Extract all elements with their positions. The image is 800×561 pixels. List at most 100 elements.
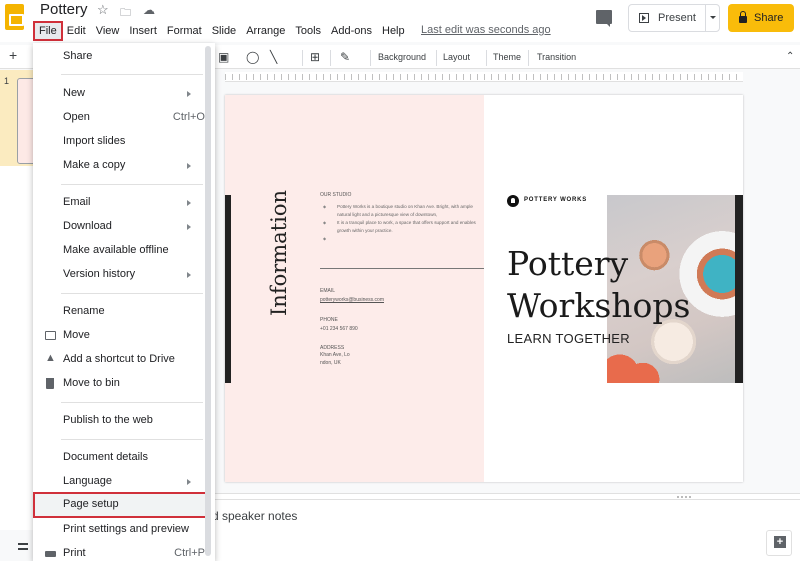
submenu-arrow-icon — [187, 200, 191, 206]
move-folder-icon — [45, 331, 56, 340]
collapse-toolbar-icon[interactable]: ⌃ — [786, 50, 794, 64]
studio-bullet: Pottery Works is a boutique studio on Kh… — [323, 203, 483, 219]
menu-scrollbar[interactable] — [205, 46, 211, 556]
background-button[interactable]: Background — [378, 52, 426, 62]
address-line-2: ndon, UK — [320, 360, 341, 366]
brand-name: POTTERY WORKS — [524, 197, 588, 203]
menu-item-download[interactable]: Download — [33, 216, 205, 238]
menu-item-label: Move to bin — [63, 377, 120, 389]
menu-item-label: Page setup — [63, 498, 119, 510]
slide-title-line-2: Workshops — [507, 286, 691, 325]
notes-resize-handle[interactable] — [207, 493, 800, 500]
submenu-arrow-icon — [187, 224, 191, 230]
menu-separator — [61, 293, 203, 294]
slide-number: 1 — [4, 76, 10, 86]
menu-item-rename[interactable]: Rename — [33, 301, 205, 323]
present-dropdown-button[interactable] — [705, 4, 720, 32]
document-title[interactable]: Pottery — [40, 1, 88, 18]
slide-title-line-1: Pottery — [507, 244, 629, 283]
menu-item-label: Email — [63, 196, 91, 208]
menu-view[interactable]: View — [91, 22, 125, 40]
menu-item-label: New — [63, 87, 86, 99]
menu-item-share[interactable]: Share — [33, 46, 205, 68]
our-studio-heading: OUR STUDIO — [320, 192, 352, 198]
menu-item-page-setup[interactable]: Page setup — [33, 492, 207, 518]
menu-insert[interactable]: Insert — [124, 22, 162, 40]
information-title-text: Information — [267, 189, 291, 316]
menu-item-make-available-offline[interactable]: Make available offline — [33, 240, 205, 262]
comments-icon[interactable] — [596, 10, 612, 27]
drive-shortcut-icon: ▲ — [45, 352, 56, 364]
menu-tools[interactable]: Tools — [290, 22, 326, 40]
toolbar-divider — [486, 50, 487, 66]
menu-item-move[interactable]: Move — [33, 325, 205, 347]
add-comment-button[interactable] — [766, 530, 792, 556]
theme-button[interactable]: Theme — [493, 52, 521, 62]
image-icon[interactable]: ▣ — [218, 50, 229, 64]
menu-item-add-shortcut-to-drive[interactable]: ▲ Add a shortcut to Drive — [33, 349, 205, 371]
menu-item-label: Print — [63, 547, 86, 559]
star-icon[interactable]: ☆ — [97, 2, 109, 18]
menu-item-label: Add a shortcut to Drive — [63, 353, 175, 365]
ruler — [225, 72, 743, 82]
toolbar-divider — [370, 50, 371, 66]
menu-item-document-details[interactable]: Document details — [33, 447, 205, 469]
menu-item-version-history[interactable]: Version history — [33, 264, 205, 286]
new-slide-icon[interactable]: + — [9, 48, 17, 62]
menu-item-label: Print settings and preview — [63, 523, 189, 535]
submenu-arrow-icon — [187, 91, 191, 97]
submenu-arrow-icon — [187, 272, 191, 278]
menu-addons[interactable]: Add-ons — [326, 22, 377, 40]
slide[interactable]: Information OUR STUDIO Pottery Works is … — [225, 95, 743, 482]
pottery-works-logo-icon — [507, 195, 519, 207]
menu-item-move-to-bin[interactable]: Move to bin — [33, 373, 205, 395]
menu-item-print-settings-and-preview[interactable]: Print settings and preview — [33, 519, 205, 541]
speaker-notes-placeholder: d speaker notes — [212, 509, 298, 523]
slides-app: Pottery ☆ 🗀 ☁ File Edit View Insert Form… — [0, 0, 800, 561]
menu-item-import-slides[interactable]: Import slides — [33, 131, 205, 153]
transition-button[interactable]: Transition — [537, 52, 576, 62]
menu-item-label: Rename — [63, 305, 105, 317]
menu-help[interactable]: Help — [377, 22, 410, 40]
share-button[interactable]: Share — [728, 4, 794, 32]
grip-icon — [677, 496, 691, 498]
menu-item-label: Make a copy — [63, 159, 126, 171]
last-edit-link[interactable]: Last edit was seconds ago — [421, 24, 551, 36]
right-accent-bar — [735, 195, 743, 383]
phone-label: PHONE — [320, 317, 338, 323]
menu-item-email[interactable]: Email — [33, 192, 205, 214]
toolbar-divider — [436, 50, 437, 66]
menu-item-new[interactable]: New — [33, 83, 205, 105]
menu-format[interactable]: Format — [162, 22, 207, 40]
pen-icon[interactable]: ✎ — [340, 50, 350, 64]
add-comment-icon[interactable]: ⊞ — [310, 50, 320, 64]
menu-item-open[interactable]: Open Ctrl+O — [33, 107, 205, 129]
speaker-notes[interactable]: d speaker notes — [207, 500, 800, 561]
menu-item-make-a-copy[interactable]: Make a copy — [33, 155, 205, 177]
layout-button[interactable]: Layout — [443, 52, 470, 62]
menu-file[interactable]: File — [33, 21, 63, 41]
line-icon[interactable]: ╲ — [270, 50, 277, 64]
menu-item-print[interactable]: Print Ctrl+P — [33, 543, 205, 561]
studio-bullet: It is a tranquil place to work, a space … — [323, 219, 483, 235]
menu-item-label: Share — [63, 50, 93, 62]
toolbar-divider — [302, 50, 303, 66]
print-icon — [45, 551, 56, 557]
menu-separator — [61, 74, 203, 75]
slides-logo-icon[interactable] — [5, 4, 24, 30]
email-label: EMAIL — [320, 288, 336, 294]
slide-subtitle: LEARN TOGETHER — [507, 331, 630, 346]
toolbar-divider — [528, 50, 529, 66]
trash-icon — [46, 378, 54, 389]
cloud-status-icon[interactable]: ☁ — [143, 3, 155, 17]
address-line-1: Khan Ave, Lo — [320, 352, 350, 358]
menu-slide[interactable]: Slide — [207, 22, 241, 40]
menu-arrange[interactable]: Arrange — [241, 22, 290, 40]
file-menu: Share New Open Ctrl+O Import slides Make … — [33, 43, 215, 561]
menu-edit[interactable]: Edit — [62, 22, 91, 40]
menu-item-publish-to-web[interactable]: Publish to the web — [33, 410, 205, 432]
grid-view-icon[interactable] — [18, 543, 28, 550]
move-folder-icon[interactable]: 🗀 — [120, 4, 131, 23]
shape-icon[interactable]: ◯ — [246, 50, 259, 64]
menu-item-language[interactable]: Language — [33, 471, 205, 493]
